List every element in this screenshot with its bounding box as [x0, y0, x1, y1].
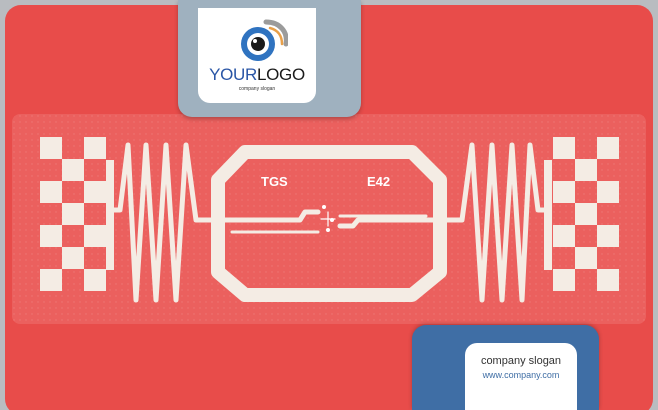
logo-wordmark: YOURLOGO — [198, 66, 316, 84]
contact-slogan: company slogan — [480, 355, 562, 367]
tag-label-right: E42 — [367, 174, 391, 189]
logo-slogan: company slogan — [238, 86, 276, 92]
eye-logo-icon — [241, 19, 288, 61]
logo-word-logo: LOGO — [256, 65, 305, 84]
website-link[interactable]: www.company.com — [465, 370, 577, 381]
logo-word-your: YOUR — [209, 65, 257, 84]
tag-label-left: TGS — [261, 174, 288, 189]
